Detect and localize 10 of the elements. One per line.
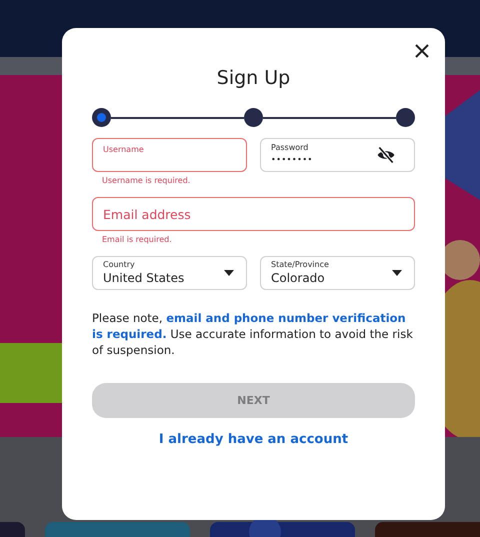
- select-field[interactable]: Country United States: [92, 256, 247, 290]
- verification-note: Please note, email and phone number verification is required. Use accurate information to avoid the risk of suspension.: [92, 310, 414, 358]
- dialog-title: Sign Up: [216, 66, 292, 90]
- select-field[interactable]: State/Province Colorado: [260, 256, 415, 290]
- login-link[interactable]: I already have an account: [158, 432, 348, 447]
- error-message: Email is required.: [101, 234, 173, 245]
- input-field[interactable]: Email address: [92, 197, 415, 231]
- password-field[interactable]: Password ••••••••: [260, 138, 415, 172]
- error-message: Username is required.: [101, 175, 192, 186]
- input-field[interactable]: Username: [92, 138, 247, 172]
